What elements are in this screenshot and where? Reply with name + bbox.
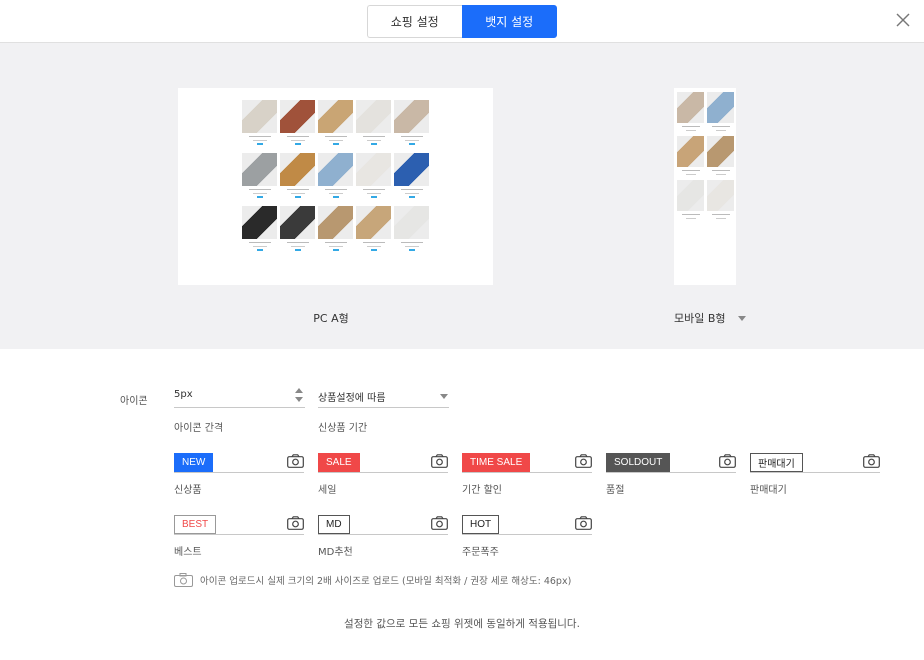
badge-caption: MD추천: [318, 547, 353, 558]
badge-caption: 품절: [606, 485, 625, 496]
apply-all-message: 설정한 값으로 모든 쇼핑 위젯에 동일하게 적용됩니다.: [344, 618, 580, 630]
new-period-select[interactable]: 상품설정에 따름: [318, 388, 449, 408]
product-thumbnail: [280, 206, 315, 251]
badge-caption: 기간 할인: [462, 485, 502, 496]
modal-header: 쇼핑 설정 뱃지 설정: [0, 0, 924, 43]
tab-badge-settings[interactable]: 뱃지 설정: [461, 5, 557, 38]
product-thumbnail: [707, 136, 734, 175]
tab-shopping-settings[interactable]: 쇼핑 설정: [367, 5, 462, 38]
new-period-caption: 신상품 기간: [318, 423, 368, 434]
product-thumbnail: [677, 180, 704, 219]
product-thumbnail: [707, 180, 734, 219]
badge-preview: HOT: [462, 515, 500, 534]
product-thumbnail: [318, 100, 353, 145]
pc-layout-label: PC A형: [313, 312, 349, 325]
icon-row-label: 아이콘: [120, 396, 148, 407]
layout-preview-area: PC A형 모바일 B형: [0, 43, 924, 349]
badge-preview: NEW: [174, 453, 214, 472]
chevron-down-icon: [737, 315, 746, 321]
product-thumbnail: [707, 92, 734, 131]
product-thumbnail: [318, 206, 353, 251]
camera-upload-icon[interactable]: [719, 454, 736, 468]
camera-upload-icon[interactable]: [575, 516, 592, 530]
product-thumbnail: [242, 153, 277, 198]
camera-upload-icon[interactable]: [287, 454, 304, 468]
product-thumbnail: [242, 206, 277, 251]
settings-tabs: 쇼핑 설정 뱃지 설정: [367, 5, 557, 38]
camera-icon: [174, 573, 193, 587]
mobile-layout-select[interactable]: 모바일 B형: [674, 310, 746, 326]
badge-preview: SALE: [318, 453, 360, 472]
product-thumbnail: [394, 206, 429, 251]
badge-preview: SOLDOUT: [606, 453, 671, 472]
icon-spacing-value: 5px: [174, 389, 193, 400]
badge-caption: 베스트: [174, 547, 202, 558]
badge-preview: MD: [318, 515, 350, 534]
camera-upload-icon[interactable]: [431, 454, 448, 468]
badge-field[interactable]: TIME SALE: [462, 453, 592, 473]
product-thumbnail: [356, 206, 391, 251]
stepper-arrows-icon[interactable]: [295, 388, 304, 404]
badge-preview: 판매대기: [750, 453, 803, 472]
camera-upload-icon[interactable]: [863, 454, 880, 468]
badge-preview: TIME SALE: [462, 453, 531, 472]
product-thumbnail: [318, 153, 353, 198]
mobile-preview-thumbnail[interactable]: [674, 88, 736, 285]
camera-upload-icon[interactable]: [575, 454, 592, 468]
camera-upload-icon[interactable]: [431, 516, 448, 530]
product-thumbnail: [280, 153, 315, 198]
close-icon[interactable]: [894, 11, 912, 29]
icon-spacing-stepper[interactable]: 5px: [174, 388, 305, 408]
mobile-layout-label: 모바일 B형: [674, 312, 726, 325]
badge-field[interactable]: SALE: [318, 453, 448, 473]
mobile-product-grid: [677, 92, 734, 219]
badge-field[interactable]: 판매대기: [750, 453, 880, 473]
badge-caption: 판매대기: [750, 485, 787, 496]
upload-note-text: 아이콘 업로드시 실제 크기의 2배 사이즈로 업로드 (모바일 최적화 / 권…: [200, 576, 572, 587]
product-thumbnail: [677, 92, 704, 131]
pc-preview-thumbnail[interactable]: [178, 88, 493, 285]
badge-field[interactable]: NEW: [174, 453, 304, 473]
icon-spacing-caption: 아이콘 간격: [174, 423, 224, 434]
icon-settings-panel: 아이콘 5px 아이콘 간격 상품설정에 따름 신상품 기간 NEW 신상품 SAL…: [0, 349, 924, 660]
product-thumbnail: [677, 136, 704, 175]
chevron-down-icon: [440, 394, 448, 399]
badge-field[interactable]: SOLDOUT: [606, 453, 736, 473]
product-thumbnail: [356, 153, 391, 198]
product-thumbnail: [280, 100, 315, 145]
camera-upload-icon[interactable]: [287, 516, 304, 530]
badge-preview: BEST: [174, 515, 217, 534]
badge-field[interactable]: BEST: [174, 515, 304, 535]
product-thumbnail: [394, 153, 429, 198]
badge-caption: 주문폭주: [462, 547, 499, 558]
product-thumbnail: [394, 100, 429, 145]
badge-field[interactable]: HOT: [462, 515, 592, 535]
product-thumbnail: [356, 100, 391, 145]
badge-caption: 신상품: [174, 485, 202, 496]
badge-caption: 세일: [318, 485, 337, 496]
badge-field[interactable]: MD: [318, 515, 448, 535]
new-period-value: 상품설정에 따름: [318, 393, 386, 404]
pc-product-grid: [242, 100, 430, 251]
product-thumbnail: [242, 100, 277, 145]
upload-note: 아이콘 업로드시 실제 크기의 2배 사이즈로 업로드 (모바일 최적화 / 권…: [174, 573, 571, 587]
